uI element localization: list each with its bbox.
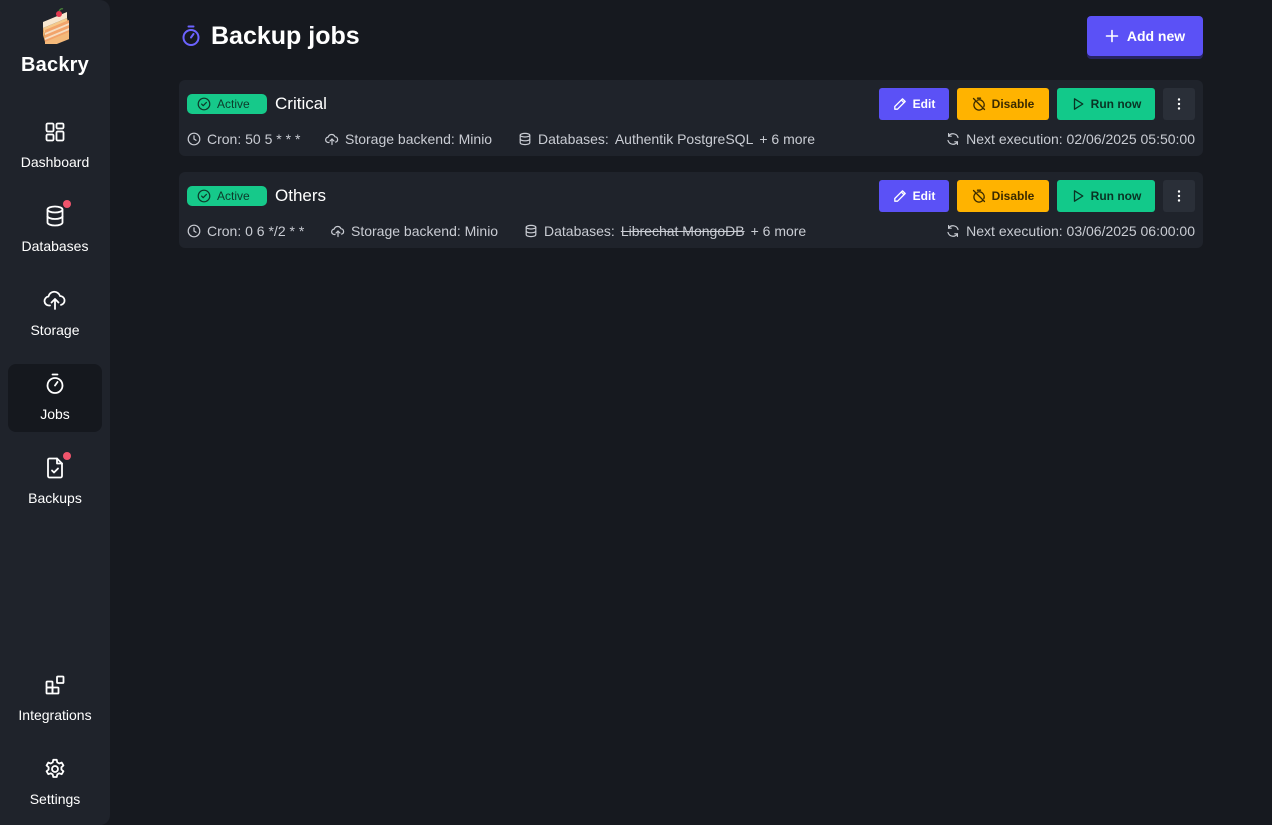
- next-execution-info: Next execution: 03/06/2025 06:00:00: [946, 222, 1195, 240]
- more-options-button[interactable]: [1163, 88, 1195, 120]
- check-circle-icon: [197, 189, 211, 203]
- timer-off-icon: [972, 189, 985, 203]
- file-check-icon: [43, 456, 67, 480]
- sidebar-item-storage[interactable]: Storage: [8, 280, 102, 348]
- timer-off-icon: [972, 97, 985, 111]
- database-name-disabled[interactable]: Librechat MongoDB: [621, 222, 745, 240]
- status-text: Active: [217, 97, 250, 111]
- add-new-button[interactable]: Add new: [1087, 16, 1203, 56]
- plus-icon: [1105, 29, 1119, 43]
- cron-text: Cron: 0 6 */2 * *: [207, 223, 305, 239]
- play-icon: [1073, 98, 1084, 110]
- cloud-upload-icon: [325, 133, 339, 146]
- edit-label: Edit: [912, 97, 936, 111]
- sidebar-item-label: Dashboard: [20, 154, 90, 170]
- add-new-label: Add new: [1126, 28, 1186, 44]
- run-now-label: Run now: [1090, 97, 1142, 111]
- storage-text: Storage backend: Minio: [351, 223, 499, 239]
- sidebar-item-label: Databases: [21, 238, 89, 254]
- integrations-icon: [43, 673, 67, 697]
- job-name: Others: [275, 186, 327, 205]
- sidebar-item-label: Settings: [29, 791, 81, 807]
- dashboard-grid-icon: [43, 120, 67, 144]
- page-header: Backup jobs: [179, 16, 360, 56]
- sidebar-item-backups[interactable]: Backups: [8, 448, 102, 516]
- cron-text: Cron: 50 5 * * *: [207, 131, 301, 147]
- pencil-icon: [893, 98, 906, 110]
- run-now-button[interactable]: Run now: [1057, 180, 1155, 212]
- run-now-label: Run now: [1090, 189, 1142, 203]
- check-circle-icon: [197, 97, 211, 111]
- play-icon: [1073, 190, 1084, 202]
- job-card: Active Critical Edit Disable Run now Cro…: [179, 80, 1203, 156]
- gear-icon: [43, 757, 67, 781]
- database-icon: [519, 132, 531, 146]
- clock-icon: [187, 224, 201, 238]
- clock-icon: [187, 132, 201, 146]
- sidebar-item-jobs[interactable]: Jobs: [8, 364, 102, 432]
- next-execution-info: Next execution: 02/06/2025 05:50:00: [946, 130, 1195, 148]
- job-card: Active Others Edit Disable Run now Cron:…: [179, 172, 1203, 248]
- cloud-upload-icon: [331, 225, 345, 238]
- sidebar-item-settings[interactable]: Settings: [8, 749, 102, 817]
- databases-prefix: Databases:: [538, 131, 609, 147]
- sidebar-item-dashboard[interactable]: Dashboard: [8, 112, 102, 180]
- storage-text: Storage backend: Minio: [345, 131, 493, 147]
- stopwatch-icon: [182, 25, 200, 46]
- more-options-button[interactable]: [1163, 180, 1195, 212]
- sidebar-item-label: Jobs: [40, 406, 70, 422]
- storage-info: Storage backend: Minio: [325, 130, 492, 148]
- next-execution-text: Next execution: 03/06/2025 06:00:00: [966, 223, 1195, 239]
- cron-info: Cron: 50 5 * * *: [187, 130, 300, 148]
- disable-button[interactable]: Disable: [957, 88, 1049, 120]
- cake-slice-icon: [43, 8, 69, 44]
- database-icon: [43, 204, 67, 228]
- notification-dot: [63, 200, 71, 208]
- disable-label: Disable: [991, 97, 1035, 111]
- status-badge: Active: [187, 186, 267, 206]
- databases-more[interactable]: + 6 more: [759, 130, 815, 148]
- job-name: Critical: [275, 94, 327, 113]
- app-name: Backry: [21, 54, 89, 76]
- page-title: Backup jobs: [211, 21, 360, 50]
- disable-button[interactable]: Disable: [957, 180, 1049, 212]
- sidebar-item-label: Integrations: [18, 707, 92, 723]
- sidebar-item-integrations[interactable]: Integrations: [8, 665, 102, 733]
- pencil-icon: [893, 190, 906, 202]
- database-name[interactable]: Authentik PostgreSQL: [615, 130, 754, 148]
- disable-label: Disable: [991, 189, 1035, 203]
- databases-more[interactable]: + 6 more: [751, 222, 807, 240]
- notification-dot: [63, 452, 71, 460]
- databases-prefix: Databases:: [544, 223, 615, 239]
- refresh-icon: [947, 133, 959, 145]
- app-root: Backry Dashboard Databases Storage Jobs …: [0, 0, 1272, 825]
- databases-info: Databases: Authentik PostgreSQL + 6 more: [518, 130, 815, 148]
- databases-info: Databases: Librechat MongoDB + 6 more: [524, 222, 806, 240]
- stopwatch-icon: [43, 372, 67, 396]
- edit-button[interactable]: Edit: [879, 88, 949, 120]
- kebab-menu-icon: [1177, 190, 1181, 202]
- database-icon: [525, 224, 537, 238]
- next-execution-text: Next execution: 02/06/2025 05:50:00: [966, 131, 1195, 147]
- sidebar-item-databases[interactable]: Databases: [8, 196, 102, 264]
- cron-info: Cron: 0 6 */2 * *: [187, 222, 304, 240]
- sidebar: Backry Dashboard Databases Storage Jobs …: [0, 0, 110, 825]
- cloud-upload-icon: [43, 288, 67, 312]
- edit-button[interactable]: Edit: [879, 180, 949, 212]
- sidebar-item-label: Storage: [30, 322, 80, 338]
- storage-info: Storage backend: Minio: [331, 222, 498, 240]
- edit-label: Edit: [912, 189, 936, 203]
- run-now-button[interactable]: Run now: [1057, 88, 1155, 120]
- brand[interactable]: Backry: [0, 8, 110, 77]
- status-badge: Active: [187, 94, 267, 114]
- refresh-icon: [947, 225, 959, 237]
- status-text: Active: [217, 189, 250, 203]
- sidebar-item-label: Backups: [28, 490, 82, 506]
- kebab-menu-icon: [1177, 98, 1181, 110]
